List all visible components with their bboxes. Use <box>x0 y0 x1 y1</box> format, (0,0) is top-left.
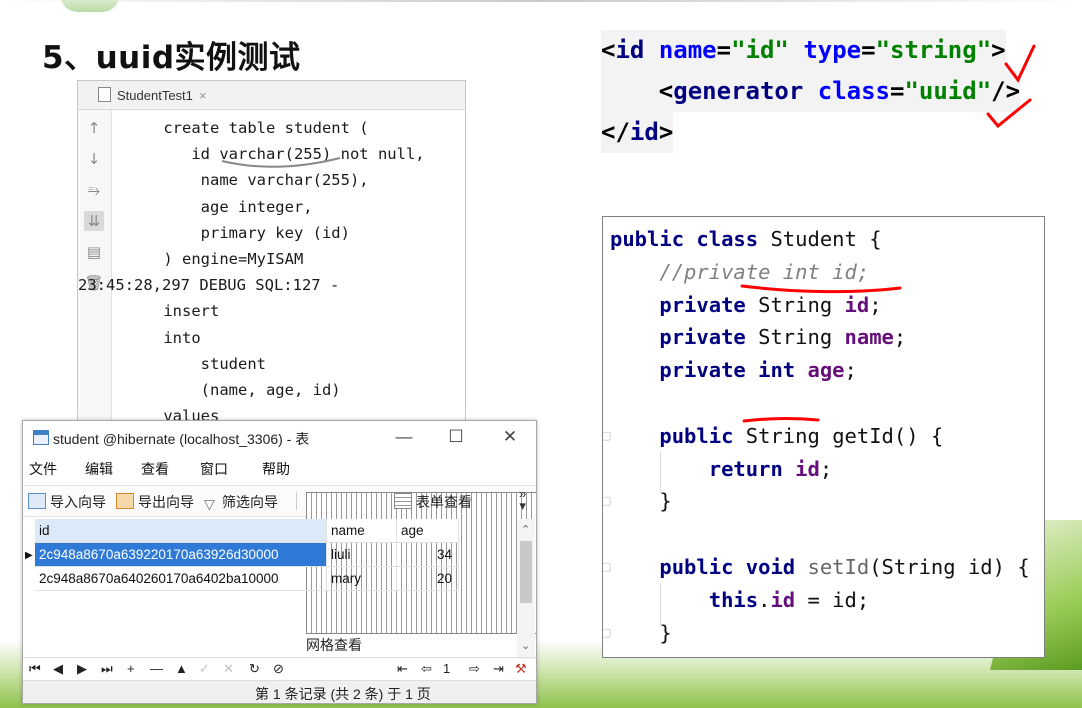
apply-icon[interactable]: ✓ <box>199 661 210 677</box>
export-wizard-button[interactable]: 导出向导 <box>116 492 194 512</box>
maximize-button[interactable]: ☐ <box>441 425 471 449</box>
console-output: create table student ( id varchar(255) n… <box>78 115 425 426</box>
import-wizard-label: 导入向导 <box>50 494 106 510</box>
up-icon[interactable]: ▲ <box>175 661 188 676</box>
console-line: name varchar(255), <box>126 171 369 190</box>
add-record-icon[interactable]: + <box>127 661 135 676</box>
export-wizard-label: 导出向导 <box>138 494 194 510</box>
xml-line-id-open: <id name="id" type="string"> <box>601 30 1006 71</box>
last-record-icon[interactable]: ⏭ <box>101 661 113 677</box>
import-icon <box>28 493 46 509</box>
slide-title: 5、uuid实例测试 <box>42 40 301 76</box>
next-record-icon[interactable]: ▶ <box>77 661 87 677</box>
page-next-icon[interactable]: ⇨ <box>469 661 480 677</box>
scroll-thumb[interactable] <box>520 541 532 603</box>
window-title: student @hibernate (localhost_3306) - 表 <box>53 431 310 447</box>
data-grid: id name age ▶ 2c948a8670a639220170a63926… <box>23 519 517 659</box>
scroll-icon[interactable]: ⇊ <box>84 211 104 231</box>
menu-file[interactable]: 文件 <box>29 459 57 479</box>
tab-label: StudentTest1 <box>117 88 193 103</box>
form-icon <box>394 493 412 509</box>
table-cell-age[interactable]: 34 <box>397 543 459 567</box>
wrap-icon[interactable]: ⥱ <box>84 180 104 200</box>
table-cell-age[interactable]: 20 <box>397 567 459 591</box>
ide-tab-bar: StudentTest1 × <box>78 81 465 110</box>
menu-help[interactable]: 帮助 <box>262 459 290 479</box>
java-source: public class Student { //private int id;… <box>610 227 1030 645</box>
xml-line-generator: <generator class="uuid"/> <box>601 71 1021 112</box>
table-cell-name[interactable]: mary <box>327 567 397 591</box>
console-line: (name, age, id) <box>126 381 341 400</box>
table-cell-id[interactable]: 2c948a8670a639220170a63926d30000 <box>35 543 327 567</box>
toolbar-overflow-icon[interactable]: » ▾ <box>519 487 526 512</box>
export-icon <box>116 493 134 509</box>
console-line: 23:45:28,297 DEBUG SQL:127 - <box>78 276 340 295</box>
xml-line-id-close: </id> <box>601 112 674 153</box>
prev-record-icon[interactable]: ◀ <box>53 661 63 677</box>
table-icon <box>33 430 49 445</box>
page-last-icon[interactable]: ⇥ <box>493 661 504 677</box>
filter-wizard-button[interactable]: ▽ 筛选向导 <box>204 492 278 512</box>
page-prev-icon[interactable]: ⇦ <box>421 661 432 677</box>
current-row-marker-icon: ▶ <box>25 550 33 561</box>
slide-top-line <box>0 0 1082 2</box>
funnel-icon: ▽ <box>204 496 215 512</box>
discard-icon[interactable]: ✕ <box>223 661 234 677</box>
console-line: primary key (id) <box>126 223 350 242</box>
menu-window[interactable]: 窗口 <box>200 459 228 479</box>
scroll-up-icon[interactable]: ⌃ <box>521 523 530 536</box>
console-line: into <box>126 328 201 347</box>
console-gutter: ↑ ↓ ⥱ ⇊ ▤ 🗑 <box>78 110 112 426</box>
menu-view[interactable]: 查看 <box>141 459 169 479</box>
console-line: create table student ( <box>126 119 369 137</box>
table-cell-id[interactable]: 2c948a8670a640260170a6402ba10000 <box>35 567 327 591</box>
record-status-text: 第 1 条记录 (共 2 条) 于 1 页 <box>255 686 431 702</box>
console-line: student <box>126 354 266 373</box>
java-code-snippet: ▢ ▢ ▢ ▢ public class Student { //private… <box>602 216 1045 658</box>
toolbar: 导入向导 导出向导 ▽ 筛选向导 网格查看 表单查看 » ▾ <box>23 485 536 653</box>
record-navigation-bar: ⏮ ◀ ▶ ⏭ + — ▲ ✓ ✕ ↻ ⊘ ⇤ ⇦ 1 ⇨ ⇥ ⚒ <box>23 657 536 682</box>
tab-studenttest1[interactable]: StudentTest1 × <box>98 87 206 103</box>
console-line: insert <box>126 302 220 321</box>
console-line: age integer, <box>126 197 313 216</box>
scroll-down-icon[interactable]: ⌄ <box>521 639 530 652</box>
xml-mapping-snippet: <id name="id" type="string"> <generator … <box>601 30 1021 153</box>
console-line: id varchar(255) not null, <box>126 145 425 164</box>
minimize-button[interactable]: — <box>389 425 419 449</box>
vertical-scrollbar[interactable]: ⌃ ⌄ <box>517 519 535 659</box>
db-table-window: student @hibernate (localhost_3306) - 表 … <box>22 420 537 704</box>
menu-edit[interactable]: 编辑 <box>85 459 113 479</box>
page-first-icon[interactable]: ⇤ <box>397 661 408 677</box>
filter-wizard-label: 筛选向导 <box>222 494 278 510</box>
form-view-button[interactable]: 表单查看 <box>394 492 472 512</box>
stop-icon[interactable]: ⊘ <box>273 661 284 677</box>
table-cell-name[interactable]: liuli <box>327 543 397 567</box>
toolbar-divider <box>296 492 297 510</box>
tab-close-icon[interactable]: × <box>199 88 207 103</box>
menu-bar: 文件 编辑 查看 窗口 帮助 <box>23 455 536 481</box>
tools-icon[interactable]: ⚒ <box>515 661 527 677</box>
window-titlebar[interactable]: student @hibernate (localhost_3306) - 表 … <box>23 421 536 453</box>
status-bar: 第 1 条记录 (共 2 条) 于 1 页 <box>23 680 536 703</box>
column-header-age[interactable]: age <box>397 519 459 543</box>
print-icon[interactable]: ▤ <box>84 242 104 262</box>
delete-record-icon[interactable]: — <box>150 661 163 676</box>
refresh-icon[interactable]: ↻ <box>249 661 260 677</box>
first-record-icon[interactable]: ⏮ <box>29 661 41 677</box>
up-arrow-icon[interactable]: ↑ <box>84 118 104 138</box>
decorative-leaf <box>60 0 120 12</box>
page-number[interactable]: 1 <box>443 661 450 676</box>
down-arrow-icon[interactable]: ↓ <box>84 149 104 169</box>
column-header-id[interactable]: id <box>35 519 327 543</box>
close-button[interactable]: ✕ <box>495 425 525 449</box>
ide-console-panel: StudentTest1 × ↑ ↓ ⥱ ⇊ ▤ 🗑 create table s… <box>77 80 466 427</box>
form-view-label: 表单查看 <box>416 494 472 510</box>
commented-field: //private int id; <box>659 259 870 284</box>
import-wizard-button[interactable]: 导入向导 <box>28 492 106 512</box>
column-header-name[interactable]: name <box>327 519 397 543</box>
console-line: ) engine=MyISAM <box>126 250 304 269</box>
file-icon <box>98 87 111 102</box>
